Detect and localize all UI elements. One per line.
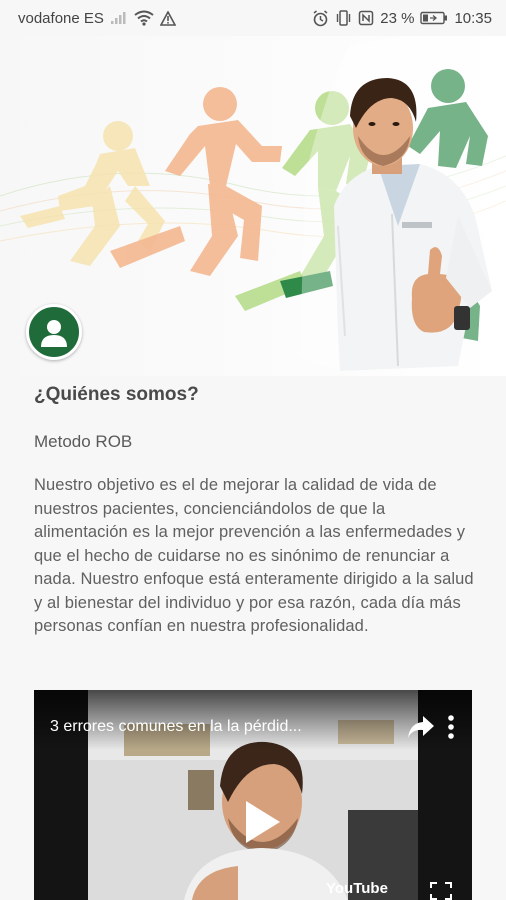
nfc-icon (358, 10, 374, 26)
video-title[interactable]: 3 errores comunes en la la pérdid... (50, 718, 370, 736)
status-bar: vodafone ES 23 % 10:35 (0, 0, 506, 36)
section-subtitle: Metodo ROB (34, 432, 133, 451)
status-left: vodafone ES (18, 10, 176, 27)
more-vert-icon[interactable] (438, 712, 464, 742)
status-right: 23 % 10:35 (312, 10, 492, 27)
play-icon (246, 801, 280, 843)
section-title: ¿Quiénes somos? (34, 384, 199, 405)
alarm-icon (312, 9, 329, 27)
wifi-icon (134, 10, 154, 26)
share-icon[interactable] (406, 714, 436, 740)
carrier-label: vodafone ES (18, 9, 104, 27)
clock-time: 10:35 (454, 9, 492, 27)
app-screen: vodafone ES 23 % 10:35 ¿Quiénes somos? M… (0, 0, 506, 900)
play-button[interactable] (236, 796, 288, 848)
youtube-video-player[interactable]: 3 errores comunes en la la pérdid... You… (34, 690, 472, 900)
vibrate-icon (335, 10, 352, 26)
battery-percent: 23 % (380, 9, 415, 27)
youtube-logo-text[interactable]: YouTube (326, 880, 388, 897)
battery-icon (420, 11, 448, 25)
profile-avatar-button[interactable] (26, 304, 82, 360)
warning-icon (159, 10, 176, 26)
fullscreen-icon[interactable] (430, 882, 452, 900)
signal-icon (110, 11, 128, 25)
user-icon (41, 320, 67, 347)
header-banner (0, 36, 506, 376)
about-section: ¿Quiénes somos? Metodo ROB Nuestro objet… (34, 384, 474, 639)
section-body-text: Nuestro objetivo es el de mejorar la cal… (34, 476, 474, 635)
